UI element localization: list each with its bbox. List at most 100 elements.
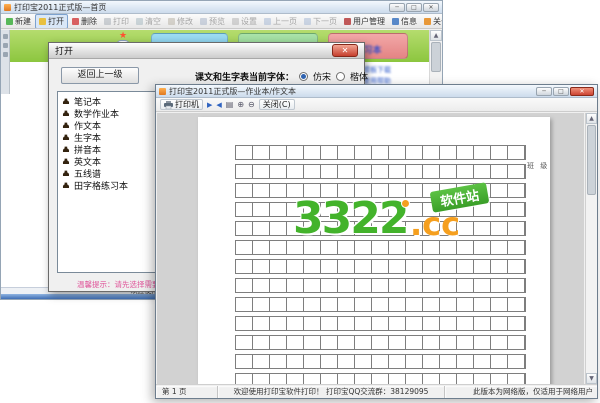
close-preview-label: 关闭(C) — [262, 100, 291, 109]
grid-row — [235, 335, 526, 350]
settings-icon — [232, 17, 239, 25]
toolbar-button-settings[interactable]: 设置 — [229, 15, 260, 28]
watermark-number: 3322 — [293, 193, 409, 244]
grid-row — [235, 297, 526, 312]
preview-statusbar: 第 1 页 欢迎使用打印宝软件打印！ 打印宝QQ交流群：38129095 此版本… — [156, 384, 597, 398]
grid-row — [235, 164, 526, 179]
toolbar-button-clear[interactable]: 清空 — [133, 15, 164, 28]
print-button[interactable]: 打印机 — [160, 99, 203, 110]
scroll-up-icon[interactable]: ▲ — [430, 30, 442, 41]
preview-scrollbar[interactable]: ▲ ▼ — [585, 113, 597, 384]
open-folder-icon — [39, 17, 46, 25]
toolbar-button-label: 用户管理 — [353, 16, 385, 26]
next-page-icon — [304, 17, 311, 25]
grid-row — [235, 259, 526, 274]
grid-row — [235, 354, 526, 369]
preview-content: 班 级 3322 .cc 软件站 — [157, 113, 584, 384]
toolbar-button-label: 删除 — [81, 16, 97, 26]
radio-fangsong[interactable] — [299, 72, 309, 81]
single-page-icon[interactable]: ▤ — [226, 100, 234, 110]
radio-kaiti[interactable] — [336, 72, 346, 81]
toolbar-button-next-page[interactable]: 下一页 — [301, 15, 340, 28]
maximize-button[interactable]: □ — [553, 86, 569, 96]
close-button[interactable]: ✕ — [570, 86, 594, 96]
preview-window-titlebar[interactable]: 打印宝2011正式版—作业本/作文本 ─ □ ✕ — [156, 85, 597, 98]
back-button[interactable]: 返回上一级 — [61, 67, 139, 84]
toolbar-button-new[interactable]: 新建 — [3, 15, 34, 28]
list-item-label: 田字格练习本 — [74, 181, 129, 192]
scrollbar-thumb[interactable] — [587, 125, 596, 195]
notebook-icon — [62, 98, 70, 104]
print-icon — [104, 17, 111, 25]
main-window-title: 打印宝2011正式版—首页 — [14, 2, 107, 12]
app-icon — [4, 3, 11, 11]
main-window-titlebar[interactable]: 打印宝2011正式版—首页 ─ □ ✕ — [1, 1, 442, 14]
notebook-icon — [62, 158, 70, 164]
notebook-icon — [62, 110, 70, 116]
preview-icon — [200, 17, 207, 25]
notebook-icon — [62, 122, 70, 128]
dialog-close-button[interactable]: ✕ — [332, 44, 358, 57]
toolbar-button-user-management[interactable]: 用户管理 — [341, 15, 388, 28]
close-button[interactable]: ✕ — [423, 2, 439, 12]
new-icon — [6, 17, 13, 25]
zoom-in-icon[interactable]: ⊕ — [237, 100, 244, 110]
side-strip-glyph — [2, 34, 8, 39]
toolbar-button-print[interactable]: 打印 — [101, 15, 132, 28]
info-icon — [392, 17, 399, 25]
main-toolbar: 新建打开删除打印清空修改预览设置上一页下一页用户管理信息关于退出 — [1, 14, 442, 29]
scrollbar-thumb[interactable] — [431, 42, 441, 72]
toolbar-button-open-folder[interactable]: 打开 — [35, 14, 68, 28]
toolbar-button-label: 预览 — [209, 16, 225, 26]
toolbar-button-label: 下一页 — [313, 16, 337, 26]
notebook-icon — [62, 170, 70, 176]
user-management-icon — [344, 17, 351, 25]
notebook-icon — [62, 182, 70, 188]
prev-page-icon — [264, 17, 271, 25]
grid-row — [235, 278, 526, 293]
status-note: 此版本为网络版，仅适用于网络用户 — [445, 386, 597, 398]
font-selector-row: 课文和生字表当前字体： 仿宋 楷体 — [195, 70, 368, 83]
toolbar-button-label: 关于 — [433, 16, 442, 26]
open-dialog-titlebar[interactable]: 打开 ✕ — [49, 43, 364, 59]
side-panel-strip[interactable] — [1, 30, 10, 94]
edit-icon — [168, 17, 175, 25]
toolbar-button-label: 清空 — [145, 16, 161, 26]
about-icon — [424, 17, 431, 25]
maximize-button[interactable]: □ — [406, 2, 422, 12]
preview-window-title: 打印宝2011正式版—作业本/作文本 — [169, 86, 297, 96]
toolbar-button-delete[interactable]: 删除 — [69, 15, 100, 28]
minimize-button[interactable]: ─ — [389, 2, 405, 12]
radio-fangsong-label[interactable]: 仿宋 — [313, 70, 331, 83]
close-preview-button[interactable]: 关闭(C) — [258, 99, 295, 110]
toolbar-button-label: 打开 — [48, 16, 64, 26]
app-icon — [159, 87, 166, 95]
toolbar-button-label: 修改 — [177, 16, 193, 26]
grid-row — [235, 316, 526, 331]
watermark: 3322 .cc 软件站 — [293, 182, 513, 259]
next-page-icon[interactable]: ▶ — [207, 100, 212, 110]
preview-toolbar: 打印机 ▶ ◀ ▤ ⊕ ⊖ 关闭(C) — [156, 98, 597, 112]
scroll-down-icon[interactable]: ▼ — [586, 373, 597, 384]
status-message: 欢迎使用打印宝软件打印！ 打印宝QQ交流群：38129095 — [218, 385, 445, 398]
toolbar-button-preview[interactable]: 预览 — [197, 15, 228, 28]
prev-page-icon[interactable]: ◀ — [216, 100, 221, 110]
preview-page: 班 级 3322 .cc 软件站 — [198, 117, 550, 384]
radio-kaiti-label[interactable]: 楷体 — [350, 70, 368, 83]
page-indicator: 第 1 页 — [156, 385, 218, 398]
toolbar-button-edit[interactable]: 修改 — [165, 15, 196, 28]
toolbar-button-label: 新建 — [15, 16, 31, 26]
toolbar-button-label: 打印 — [113, 16, 129, 26]
minimize-button[interactable]: ─ — [536, 86, 552, 96]
toolbar-button-info[interactable]: 信息 — [389, 15, 420, 28]
printer-icon — [164, 100, 173, 109]
clear-icon — [136, 17, 143, 25]
toolbar-button-about[interactable]: 关于 — [421, 15, 442, 28]
toolbar-button-prev-page[interactable]: 上一页 — [261, 15, 300, 28]
scroll-up-icon[interactable]: ▲ — [586, 113, 597, 124]
toolbar-button-label: 上一页 — [273, 16, 297, 26]
page-header-class-field: 班 级 — [527, 162, 550, 170]
open-dialog-title: 打开 — [55, 47, 74, 57]
zoom-out-icon[interactable]: ⊖ — [248, 100, 255, 110]
side-strip-glyph — [2, 52, 8, 57]
